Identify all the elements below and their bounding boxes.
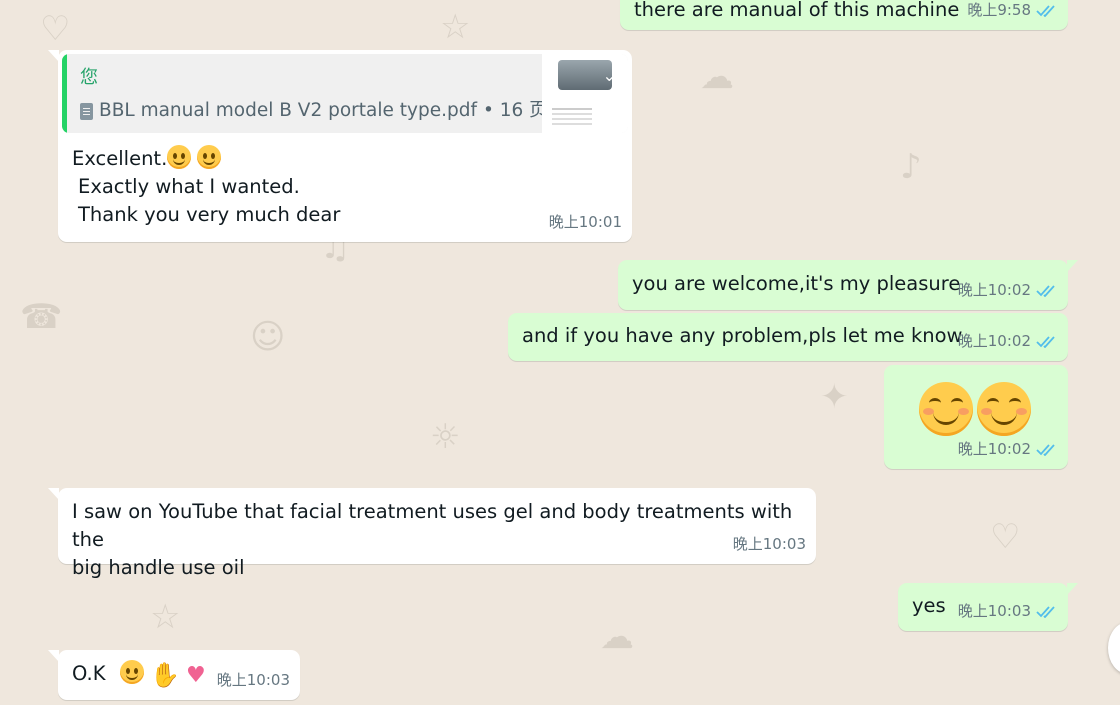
quoted-document[interactable]: 您 BBL manual model B V2 portale type.pdf…	[62, 54, 628, 133]
chevron-down-icon[interactable]: ⌄	[603, 62, 616, 90]
quote-accent-bar	[62, 54, 67, 133]
message-text: yes	[912, 594, 946, 617]
bubble-tail	[48, 650, 59, 662]
emoji-row	[919, 382, 1031, 436]
bubble-tail	[48, 488, 59, 500]
message-time: 晚上10:03	[732, 535, 806, 553]
thumbnail-text-lines	[552, 108, 592, 110]
smiling-face-emoji	[977, 382, 1031, 436]
message-list[interactable]: there are manual of this machine 晚上9:58 …	[0, 0, 1120, 705]
message-text: I saw on YouTube that facial treatment u…	[72, 500, 793, 579]
quote-file: BBL manual model B V2 portale type.pdf •…	[80, 97, 548, 125]
message-meta: 晚上10:02	[958, 327, 1058, 355]
message-outgoing[interactable]: you are welcome,it's my pleasure 晚上10:02	[618, 260, 1078, 310]
message-outgoing[interactable]: 晚上10:02	[884, 365, 1068, 469]
read-ticks-icon	[1036, 335, 1055, 348]
message-meta: 晚上9:58	[967, 0, 1058, 24]
message-text: O.K	[72, 662, 106, 685]
message-outgoing[interactable]: yes 晚上10:03	[898, 583, 1078, 631]
message-line: Excellent.	[72, 145, 340, 173]
message-text: Excellent.	[72, 147, 168, 170]
bubble-tail	[48, 50, 59, 62]
read-ticks-icon	[1036, 605, 1055, 618]
message-time: 晚上10:02	[957, 281, 1031, 299]
message-outgoing[interactable]: and if you have any problem,pls let me k…	[508, 313, 1068, 361]
message-outgoing[interactable]: there are manual of this machine 晚上9:58	[620, 0, 1068, 30]
bubble-tail	[1067, 260, 1078, 272]
bubble-tail	[1067, 583, 1078, 595]
read-ticks-icon	[1036, 443, 1055, 456]
message-incoming[interactable]: 您 BBL manual model B V2 portale type.pdf…	[48, 50, 632, 242]
message-body: Excellent. Exactly what I wanted. Thank …	[72, 145, 340, 229]
quote-sender: 您	[80, 67, 98, 88]
message-incoming[interactable]: I saw on YouTube that facial treatment u…	[48, 488, 816, 579]
smiling-face-emoji	[119, 660, 144, 684]
message-time: 晚上10:03	[957, 602, 1031, 620]
slightly-smiling-face-emoji	[197, 145, 222, 169]
message-time: 晚上10:02	[957, 332, 1031, 350]
message-meta: 晚上10:03	[217, 666, 290, 694]
message-line: Thank you very much dear	[78, 203, 341, 226]
document-icon	[80, 102, 93, 120]
message-time: 晚上10:03	[216, 671, 290, 689]
two-hearts-emoji: ♥	[186, 663, 206, 688]
quote-page-count: • 16 页	[482, 100, 548, 121]
message-time: 晚上10:01	[548, 213, 622, 231]
slightly-smiling-face-emoji	[167, 145, 192, 169]
read-ticks-icon	[1036, 4, 1055, 17]
message-text: and if you have any problem,pls let me k…	[522, 324, 963, 347]
clapping-hands-emoji: ✋	[149, 661, 180, 689]
read-ticks-icon	[1036, 284, 1055, 297]
message-line: Exactly what I wanted.	[78, 175, 300, 198]
message-meta: 晚上10:02	[958, 435, 1058, 463]
message-incoming[interactable]: O.K ✋ ♥ 晚上10:03	[48, 650, 300, 700]
message-text: there are manual of this machine	[634, 0, 960, 21]
message-text: you are welcome,it's my pleasure	[632, 272, 961, 295]
document-thumbnail[interactable]: ⌄	[542, 54, 628, 133]
message-meta: 晚上10:02	[958, 276, 1058, 304]
smiling-face-emoji	[919, 382, 973, 436]
message-meta: 晚上10:03	[733, 530, 806, 558]
message-meta: 晚上10:03	[958, 597, 1058, 625]
message-time: 晚上10:02	[957, 440, 1031, 458]
message-meta: 晚上10:01	[549, 208, 622, 236]
quote-file-name: BBL manual model B V2 portale type.pdf	[99, 100, 477, 121]
message-time: 晚上9:58	[967, 1, 1031, 19]
